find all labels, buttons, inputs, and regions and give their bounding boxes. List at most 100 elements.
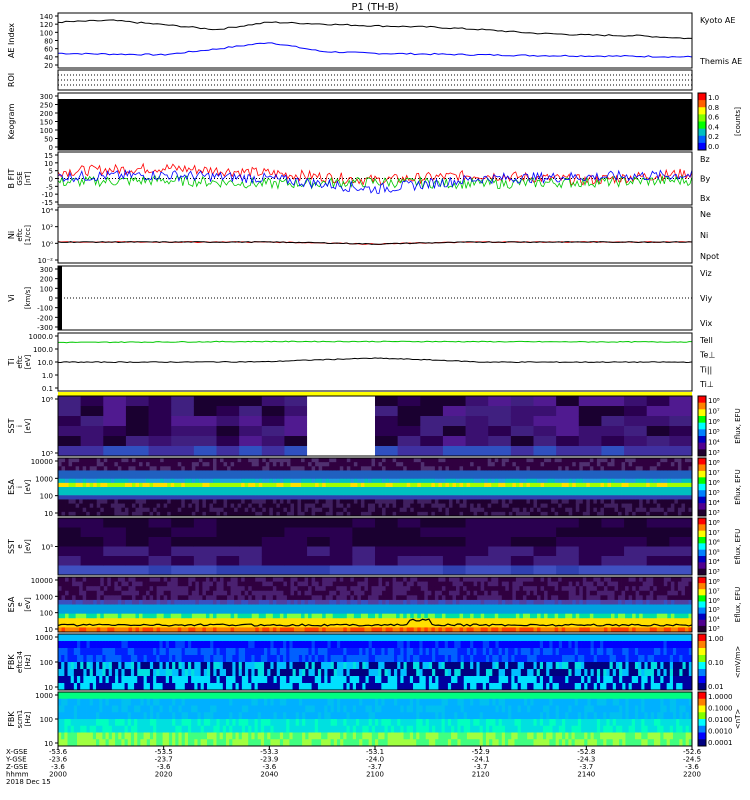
spectro-cell <box>554 487 559 492</box>
spectro-cell <box>174 495 179 500</box>
spectro-cell <box>262 474 267 480</box>
spectro-cell <box>262 581 267 587</box>
y-tick-label: 10⁶ <box>41 396 53 404</box>
spectro-cell <box>269 581 274 587</box>
spectro-cell <box>128 613 133 619</box>
spectro-cell <box>110 586 115 592</box>
spectro-cell <box>283 507 288 513</box>
spectro-cell <box>332 491 337 496</box>
spectro-cell <box>216 556 240 566</box>
spectro-cell <box>149 581 154 587</box>
spectro-cell <box>452 474 457 480</box>
spectro-cell <box>170 507 175 513</box>
spectro-cell <box>68 470 73 475</box>
spectro-cell <box>589 462 594 467</box>
spectro-cell <box>114 590 119 596</box>
spectro-cell <box>269 495 274 500</box>
spectro-cell <box>589 487 594 492</box>
spectro-cell <box>554 478 559 484</box>
spectro-cell <box>149 595 154 601</box>
spectro-cell <box>403 458 408 463</box>
spectro-cell <box>205 577 210 582</box>
spectro-cell <box>491 613 496 619</box>
spectro-cell <box>290 577 295 582</box>
spectro-cell <box>561 499 566 504</box>
spectro-cell <box>642 507 647 513</box>
spectro-cell <box>526 609 531 615</box>
spectro-cell <box>618 474 622 480</box>
spectro-cell <box>596 466 601 471</box>
spectro-cell <box>420 565 444 576</box>
spectro-cell <box>487 470 492 475</box>
spectro-cell <box>406 586 411 592</box>
spectro-cell <box>600 613 605 619</box>
spectro-cell <box>220 474 224 480</box>
spectro-cell <box>600 487 605 492</box>
spectro-cell <box>656 495 661 500</box>
spectro-cell <box>336 503 341 509</box>
spectro-cell <box>625 478 629 484</box>
spectro-cell <box>290 618 295 624</box>
colorbar-cell <box>698 464 706 472</box>
spectro-cell <box>223 581 228 587</box>
spectro-cell <box>304 499 309 504</box>
spectro-cell <box>167 503 172 509</box>
spectro-cell <box>396 503 401 509</box>
spectro-cell <box>466 586 471 592</box>
spectro-cell <box>621 466 626 471</box>
spectro-cell <box>610 478 615 484</box>
spectro-cell <box>427 586 432 592</box>
spectro-cell <box>385 604 390 610</box>
spectro-cell <box>494 613 499 619</box>
spectro-cell <box>357 478 362 484</box>
spectro-cell <box>684 495 689 500</box>
spectro-cell <box>540 462 545 467</box>
spectro-cell <box>466 474 471 480</box>
colorbar-cell <box>698 402 706 410</box>
spectro-cell <box>124 581 129 587</box>
spectro-cell <box>533 595 538 601</box>
spectro-cell <box>669 527 693 538</box>
spectro-cell <box>297 577 302 582</box>
spectro-cell <box>202 462 207 467</box>
spectro-cell <box>307 565 331 576</box>
spectro-cell <box>156 622 161 628</box>
spectro-cell <box>593 586 598 592</box>
spectro-cell <box>103 487 108 492</box>
spectro-cell <box>286 462 291 467</box>
spectro-cell <box>601 436 625 447</box>
spectro-cell <box>311 577 316 582</box>
spectro-cell <box>441 495 446 500</box>
spectro-cell <box>269 466 274 471</box>
spectro-cell <box>188 577 193 582</box>
spectro-cell <box>385 458 390 463</box>
spectro-cell <box>128 604 133 610</box>
spectro-cell <box>491 590 496 596</box>
spectro-cell <box>614 613 619 619</box>
spectro-cell <box>656 474 661 480</box>
spectro-cell <box>607 499 612 504</box>
spectro-cell <box>170 503 175 509</box>
y-tick-label: 15 <box>44 152 53 160</box>
spectro-cell <box>417 487 422 492</box>
spectro-cell <box>283 478 288 484</box>
spectro-cell <box>117 507 122 513</box>
spectro-cell <box>262 613 267 619</box>
spectro-cell <box>621 507 626 513</box>
spectro-cell <box>674 474 679 480</box>
spectro-cell <box>558 474 563 480</box>
spectro-cell <box>239 527 263 538</box>
spectro-cell <box>276 618 281 624</box>
spectro-cell <box>350 581 355 587</box>
spectro-cell <box>477 609 482 615</box>
spectro-cell <box>167 581 172 587</box>
spectro-cell <box>336 466 341 471</box>
colorbar-cell <box>698 396 706 404</box>
spectro-cell <box>677 499 682 504</box>
spectro-cell <box>142 495 147 500</box>
spectro-cell <box>265 507 270 513</box>
spectro-cell <box>188 487 193 492</box>
spectro-cell <box>582 462 587 467</box>
spectro-cell <box>181 487 186 492</box>
spectro-cell <box>378 474 383 480</box>
